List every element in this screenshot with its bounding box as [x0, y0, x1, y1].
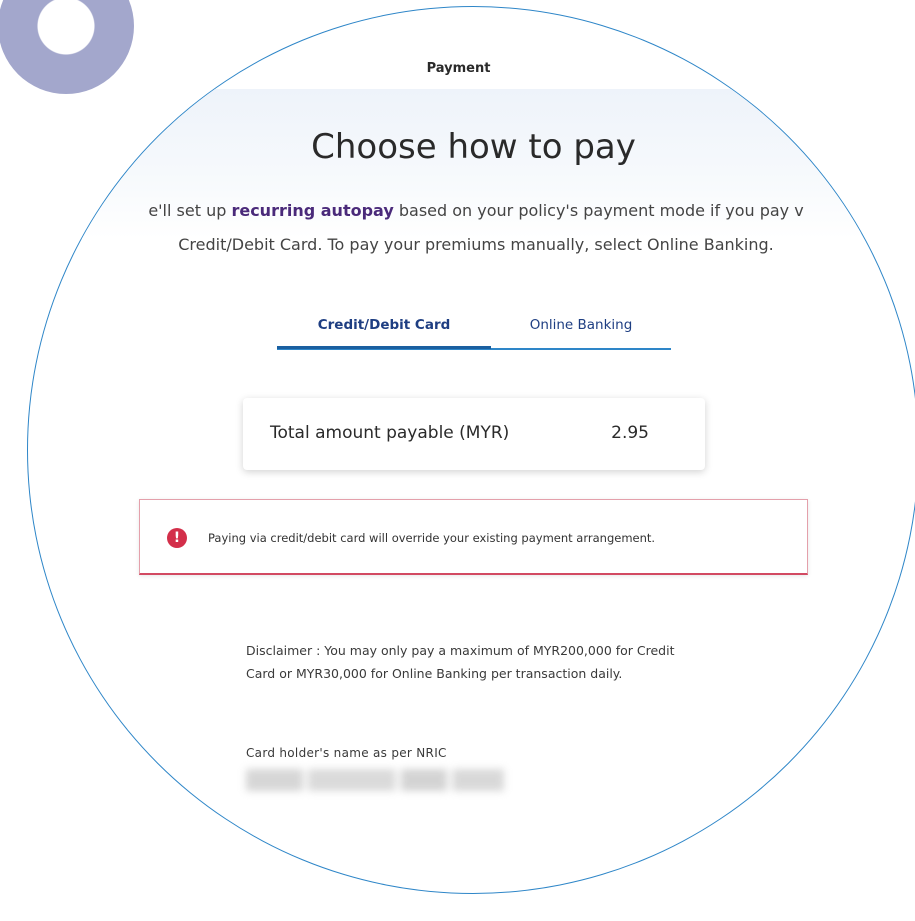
page-heading: Choose how to pay — [311, 127, 636, 167]
payment-method-tabs: Credit/Debit Card Online Banking — [277, 314, 671, 350]
card-holder-name-label: Card holder's name as per NRIC — [246, 746, 447, 760]
intro-line-1: e'll set up recurring autopay based on y… — [148, 201, 804, 220]
card-holder-name-value-blurred — [246, 769, 504, 791]
intro-line-2: Credit/Debit Card. To pay your premiums … — [178, 235, 774, 254]
override-warning-alert: ! Paying via credit/debit card will over… — [139, 499, 808, 575]
alert-message: Paying via credit/debit card will overri… — [208, 531, 656, 545]
total-amount-value: 2.95 — [611, 423, 649, 443]
magnifier-lens: Payment Choose how to pay e'll set up re… — [27, 6, 915, 894]
disclaimer-text: Disclaimer : You may only pay a maximum … — [246, 643, 675, 681]
exclamation-icon: ! — [167, 528, 187, 548]
tab-credit-debit-card[interactable]: Credit/Debit Card — [277, 314, 491, 349]
page-header-title: Payment — [426, 61, 491, 76]
intro-text: e'll set up recurring autopay based on y… — [61, 194, 891, 262]
total-amount-card: Total amount payable (MYR) 2.95 — [243, 398, 705, 470]
recurring-autopay-link[interactable]: recurring autopay — [231, 201, 393, 220]
total-amount-label: Total amount payable (MYR) — [270, 423, 510, 443]
tab-online-banking[interactable]: Online Banking — [491, 314, 671, 346]
